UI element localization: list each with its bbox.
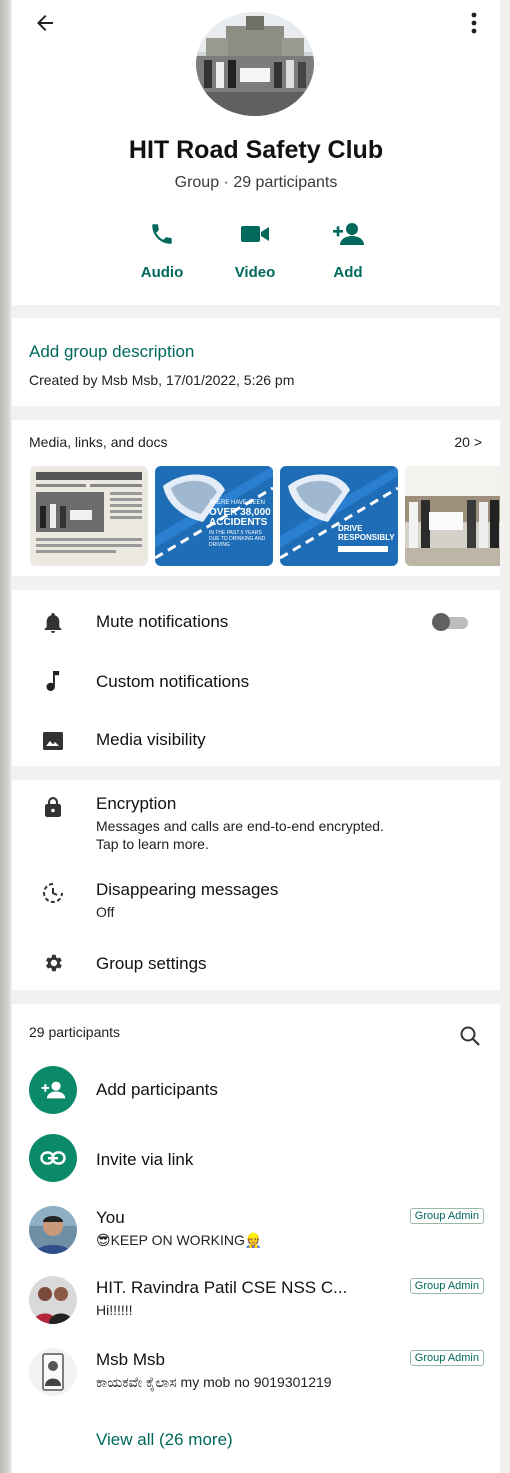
participant-row[interactable]: HIT. Ravindra Patil CSE NSS C... Hi!!!!!… bbox=[12, 1274, 500, 1330]
add-participants-row[interactable]: Add participants bbox=[12, 1064, 500, 1116]
more-options-button[interactable] bbox=[462, 8, 486, 38]
group-settings-label: Group settings bbox=[96, 954, 207, 973]
invite-via-link-row[interactable]: Invite via link bbox=[12, 1134, 500, 1186]
disappearing-messages-status: Off bbox=[96, 904, 115, 920]
lock-icon bbox=[40, 794, 66, 820]
search-icon bbox=[460, 1026, 480, 1046]
participant-name: You bbox=[96, 1208, 125, 1227]
audio-label: Audio bbox=[140, 264, 184, 281]
add-person-icon bbox=[333, 223, 364, 245]
media-visibility-row[interactable]: Media visibility bbox=[12, 718, 500, 762]
poster-drive-text: DRIVE RESPONSIBLY bbox=[338, 524, 395, 542]
encryption-description-line2: Tap to learn more. bbox=[96, 836, 209, 852]
participants-count: 29 participants bbox=[29, 1024, 121, 1040]
custom-notifications-label: Custom notifications bbox=[96, 672, 250, 691]
group-admin-badge: Group Admin bbox=[409, 1350, 484, 1366]
add-label: Add bbox=[333, 264, 363, 281]
poster-text-small: IN THE PAST 5 YEARS DUE TO DRINKING AND … bbox=[209, 530, 266, 548]
add-participants-label: Add participants bbox=[96, 1080, 218, 1099]
group-name: HIT Road Safety Club bbox=[128, 136, 384, 164]
group-admin-badge: Group Admin bbox=[409, 1208, 484, 1224]
bell-icon bbox=[40, 610, 66, 636]
encryption-label: Encryption bbox=[96, 794, 177, 813]
participant-row[interactable]: You 😎KEEP ON WORKING👷 Group Admin bbox=[12, 1204, 500, 1260]
music-note-icon bbox=[40, 668, 66, 694]
image-icon bbox=[40, 728, 66, 754]
view-all-participants-link[interactable]: View all (26 more) bbox=[96, 1430, 233, 1450]
avatar bbox=[29, 1206, 77, 1254]
media-thumbnail-poster-drive-responsibly[interactable]: DRIVE RESPONSIBLY bbox=[280, 466, 398, 566]
video-label: Video bbox=[234, 264, 276, 281]
group-settings-row[interactable]: Group settings bbox=[12, 942, 500, 986]
header-card: HIT Road Safety Club Group · 29 particip… bbox=[12, 0, 500, 305]
search-participants-button[interactable] bbox=[458, 1024, 482, 1048]
group-participant-summary: Group · 29 participants bbox=[174, 174, 338, 191]
avatar bbox=[29, 1348, 77, 1396]
media-count-link[interactable]: 20 > bbox=[454, 434, 482, 450]
mute-notifications-toggle[interactable] bbox=[432, 613, 468, 631]
add-person-icon bbox=[41, 1081, 66, 1099]
link-icon bbox=[40, 1151, 66, 1165]
media-visibility-label: Media visibility bbox=[96, 730, 206, 749]
custom-notifications-row[interactable]: Custom notifications bbox=[12, 660, 500, 704]
group-info-screen: HIT Road Safety Club Group · 29 particip… bbox=[12, 0, 500, 1473]
disappearing-messages-label: Disappearing messages bbox=[96, 880, 279, 899]
participant-status: Hi!!!!!! bbox=[96, 1302, 133, 1318]
disappearing-messages-row[interactable]: Disappearing messages Off bbox=[12, 872, 500, 924]
media-thumbnail-photo[interactable] bbox=[405, 466, 500, 566]
timer-icon bbox=[40, 880, 66, 906]
participant-status: ಕಾಯಕವೇ ಕೈಲಾಸ my mob no 9019301219 bbox=[96, 1374, 332, 1390]
add-participant-button[interactable]: Add bbox=[308, 218, 388, 281]
arrow-left-icon bbox=[37, 15, 53, 31]
media-section-title: Media, links, and docs bbox=[29, 434, 168, 450]
video-camera-icon bbox=[241, 226, 269, 242]
invite-link-avatar bbox=[29, 1134, 77, 1182]
media-thumbnail-poster-accidents[interactable]: THERE HAVE BEEN OVER 38,000 ACCIDENTS IN… bbox=[155, 466, 273, 566]
participant-row[interactable]: Msb Msb ಕಾಯಕವೇ ಕೈಲಾಸ my mob no 901930121… bbox=[12, 1346, 500, 1402]
description-card bbox=[12, 318, 500, 406]
poster-text-top: THERE HAVE BEEN bbox=[209, 500, 265, 506]
participant-name: Msb Msb bbox=[96, 1350, 165, 1369]
poster-text-big: OVER 38,000 ACCIDENTS bbox=[209, 507, 271, 528]
media-thumbnail-newspaper[interactable] bbox=[30, 466, 148, 566]
mute-notifications-row[interactable]: Mute notifications bbox=[12, 600, 500, 644]
video-call-button[interactable]: Video bbox=[215, 218, 295, 281]
participant-status: 😎KEEP ON WORKING👷 bbox=[96, 1232, 263, 1248]
gear-icon bbox=[40, 950, 66, 976]
add-participants-avatar bbox=[29, 1066, 77, 1114]
audio-call-button[interactable]: Audio bbox=[122, 218, 202, 281]
group-admin-badge: Group Admin bbox=[409, 1278, 484, 1294]
back-button[interactable] bbox=[30, 8, 60, 38]
more-vertical-icon bbox=[471, 12, 477, 34]
group-created-info: Created by Msb Msb, 17/01/2022, 5:26 pm bbox=[29, 372, 295, 388]
encryption-description-line1: Messages and calls are end-to-end encryp… bbox=[96, 818, 384, 834]
group-avatar[interactable] bbox=[196, 12, 314, 116]
participant-name: HIT. Ravindra Patil CSE NSS C... bbox=[96, 1278, 348, 1297]
encryption-row[interactable]: Encryption Messages and calls are end-to… bbox=[12, 786, 500, 852]
add-group-description-link[interactable]: Add group description bbox=[29, 342, 194, 362]
mute-notifications-label: Mute notifications bbox=[96, 612, 229, 631]
avatar bbox=[29, 1276, 77, 1324]
invite-via-link-label: Invite via link bbox=[96, 1150, 194, 1169]
phone-icon bbox=[152, 224, 172, 244]
